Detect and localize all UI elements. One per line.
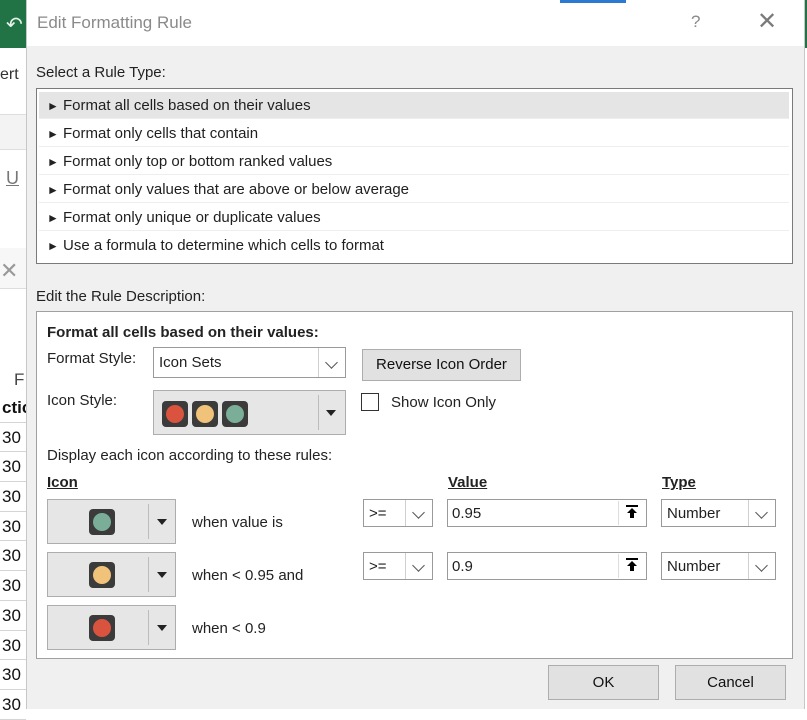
cell[interactable]: 30: [0, 541, 26, 572]
arrow-right-icon: ►: [47, 211, 59, 225]
rule-type-item-label: Format all cells based on their values: [63, 97, 311, 114]
chevron-down-icon[interactable]: [405, 500, 432, 526]
rule-icon-select[interactable]: [47, 605, 176, 650]
range-picker-icon[interactable]: [618, 554, 645, 578]
cell[interactable]: 30: [0, 631, 26, 661]
rule-type-item[interactable]: ► Use a formula to determine which cells …: [39, 232, 789, 259]
cell[interactable]: 30: [0, 512, 26, 542]
icon-style-label: Icon Style:: [47, 392, 118, 409]
chevron-down-icon[interactable]: [157, 625, 167, 631]
cell[interactable]: 30: [0, 423, 26, 453]
format-style-label: Format Style:: [47, 350, 137, 367]
reverse-icon-order-button[interactable]: Reverse Icon Order: [362, 349, 521, 381]
rule-value-input[interactable]: 0.95: [447, 499, 647, 527]
display-rules-label: Display each icon according to these rul…: [47, 447, 333, 464]
cancel-formula-icon[interactable]: ✕: [0, 258, 18, 284]
red-light-icon: [89, 615, 115, 641]
chevron-down-icon[interactable]: [318, 348, 345, 377]
description-heading: Format all cells based on their values:: [47, 324, 319, 341]
ribbon-accent: [560, 0, 626, 3]
arrow-right-icon: ►: [47, 183, 59, 197]
cell[interactable]: 30: [0, 571, 26, 601]
show-icon-only-label[interactable]: Show Icon Only: [391, 394, 496, 411]
help-icon[interactable]: ?: [691, 12, 700, 32]
rule-type-item[interactable]: ► Format only unique or duplicate values: [39, 204, 789, 231]
type-column-header: Type: [662, 474, 696, 491]
cell[interactable]: ctic: [0, 393, 31, 423]
rule-description-label: Edit the Rule Description:: [36, 288, 206, 305]
rule-icon-select[interactable]: [47, 499, 176, 544]
rule-type-select[interactable]: Number: [661, 552, 776, 580]
cell[interactable]: 30: [0, 452, 26, 483]
red-light-icon: [162, 401, 188, 427]
rule-operator-value: >=: [369, 558, 387, 575]
rule-condition-text: when < 0.95 and: [192, 567, 304, 584]
chevron-down-icon[interactable]: [748, 500, 775, 526]
icon-column-header: Icon: [47, 474, 78, 491]
rule-operator-select[interactable]: >=: [363, 499, 433, 527]
column-header[interactable]: F: [14, 370, 24, 390]
yellow-light-icon: [192, 401, 218, 427]
cell[interactable]: 30: [0, 690, 26, 720]
chevron-down-icon[interactable]: [748, 553, 775, 579]
rule-type-item[interactable]: ► Format only top or bottom ranked values: [39, 148, 789, 175]
edit-formatting-rule-dialog: Edit Formatting Rule ? ✕ Select a Rule T…: [26, 0, 805, 709]
format-style-select[interactable]: Icon Sets: [153, 347, 346, 378]
rule-type-item-label: Format only values that are above or bel…: [63, 181, 410, 198]
rule-condition-text: when value is: [192, 514, 283, 531]
rule-type-item-label: Use a formula to determine which cells t…: [63, 237, 384, 254]
chevron-down-icon[interactable]: [157, 572, 167, 578]
rule-type-item[interactable]: ► Format all cells based on their values: [39, 92, 789, 119]
chevron-down-icon[interactable]: [157, 519, 167, 525]
cancel-button[interactable]: Cancel: [675, 665, 786, 700]
rule-type-select[interactable]: Number: [661, 499, 776, 527]
chevron-down-icon[interactable]: [405, 553, 432, 579]
arrow-right-icon: ►: [47, 127, 59, 141]
yellow-light-icon: [89, 562, 115, 588]
cell[interactable]: 30: [0, 482, 26, 512]
ribbon-band: [0, 114, 26, 150]
dialog-title-bar[interactable]: Edit Formatting Rule ? ✕: [27, 0, 804, 46]
rule-type-item-label: Format only top or bottom ranked values: [63, 153, 333, 170]
close-icon[interactable]: ✕: [757, 8, 777, 36]
undo-icon[interactable]: ↶: [6, 12, 23, 37]
dialog-title: Edit Formatting Rule: [37, 13, 192, 32]
rule-icon-select[interactable]: [47, 552, 176, 597]
underline-button-fragment[interactable]: U: [6, 168, 19, 189]
rule-operator-value: >=: [369, 505, 387, 522]
rule-type-value: Number: [667, 505, 721, 522]
rule-operator-select[interactable]: >=: [363, 552, 433, 580]
arrow-right-icon: ►: [47, 99, 59, 113]
rule-value-text: 0.9: [452, 558, 473, 575]
format-style-value: Icon Sets: [159, 354, 222, 371]
rule-type-label: Select a Rule Type:: [36, 64, 166, 81]
rule-condition-text: when < 0.9: [192, 620, 266, 637]
rule-type-value: Number: [667, 558, 721, 575]
arrow-right-icon: ►: [47, 155, 59, 169]
ok-button[interactable]: OK: [548, 665, 659, 700]
green-light-icon: [222, 401, 248, 427]
rule-value-input[interactable]: 0.9: [447, 552, 647, 580]
show-icon-only-checkbox[interactable]: [361, 393, 379, 411]
rule-type-item[interactable]: ► Format only cells that contain: [39, 120, 789, 147]
ribbon-tab-fragment[interactable]: ert: [0, 66, 19, 84]
sheet-cells: ctic 30 30 30 30 30 30 30 30 30 30: [0, 393, 31, 720]
cell[interactable]: 30: [0, 660, 26, 690]
rule-type-list[interactable]: ► Format all cells based on their values …: [36, 88, 793, 264]
rule-type-item-label: Format only cells that contain: [63, 125, 259, 142]
green-light-icon: [89, 509, 115, 535]
range-picker-icon[interactable]: [618, 501, 645, 525]
cell[interactable]: 30: [0, 601, 26, 631]
rule-description-panel: Format all cells based on their values: …: [36, 311, 793, 659]
rule-type-item-label: Format only unique or duplicate values: [63, 209, 321, 226]
rule-value-text: 0.95: [452, 505, 482, 522]
rule-type-item[interactable]: ► Format only values that are above or be…: [39, 176, 789, 203]
chevron-down-icon[interactable]: [326, 410, 336, 416]
value-column-header: Value: [448, 474, 488, 491]
arrow-right-icon: ►: [47, 239, 59, 253]
icon-style-select[interactable]: [153, 390, 346, 435]
